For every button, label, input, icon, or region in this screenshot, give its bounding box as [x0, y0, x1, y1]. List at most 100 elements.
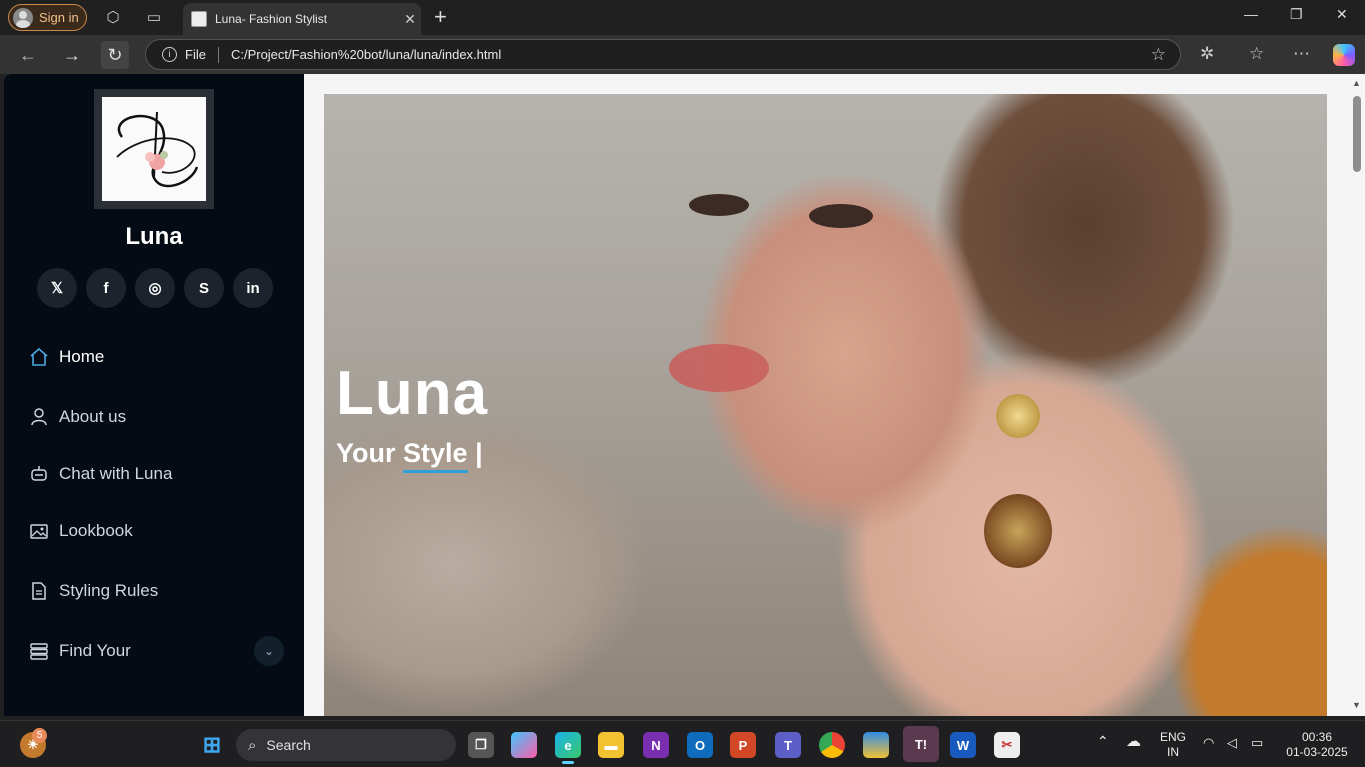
images-icon	[29, 521, 49, 541]
edge-active-indicator	[562, 761, 574, 764]
nav-item-find-your[interactable]: Find Your ⌄	[29, 635, 284, 667]
powerpoint-icon[interactable]: P	[730, 732, 756, 758]
instagram-icon[interactable]: ◎	[135, 268, 175, 308]
teams-icon[interactable]: T	[775, 732, 801, 758]
url-text[interactable]: C:/Project/Fashion%20bot/luna/luna/index…	[231, 47, 501, 62]
social-links: 𝕏 f ◎ S in	[37, 268, 273, 308]
file-explorer-icon[interactable]: ▬	[598, 732, 624, 758]
wifi-icon[interactable]: ◠	[1203, 735, 1214, 750]
forward-icon[interactable]: →	[58, 41, 86, 69]
brand-name: Luna	[125, 223, 183, 250]
search-label: Search	[266, 737, 311, 753]
vertical-scrollbar[interactable]: ▲ ▼	[1349, 74, 1365, 716]
taskbar-search[interactable]: ⌕ Search	[236, 729, 456, 761]
show-hidden-icons-icon[interactable]: ⌃	[1097, 734, 1109, 749]
nav-label-styling-rules: Styling Rules	[59, 581, 159, 600]
tab-title: Luna- Fashion Stylist	[215, 12, 328, 26]
task-view-icon[interactable]: ❐	[468, 732, 494, 758]
taskbar: ☀ 5 ⊞ ⌕ Search ❐ e ▬ N O P T T! W ✂ ⌃ ☁ …	[0, 720, 1365, 767]
close-window-icon[interactable]: ✕	[1336, 6, 1348, 23]
hero-subtitle-prefix: Your	[336, 438, 396, 468]
back-icon[interactable]: ←	[14, 41, 42, 69]
nav-label-chat-with-luna: Chat with Luna	[59, 464, 173, 483]
nav-label-about-us: About us	[59, 407, 127, 426]
nav-label-lookbook: Lookbook	[59, 521, 133, 540]
language-label: ENG	[1160, 730, 1187, 744]
browser-window: Sign in ⬡ ▭ Luna- Fashion Stylist ✕ + — …	[0, 0, 1365, 720]
address-row: ← → ↻ i File C:/Project/Fashion%20bot/lu…	[0, 35, 1365, 74]
close-tab-icon[interactable]: ✕	[399, 11, 421, 28]
linkedin-icon[interactable]: in	[233, 268, 273, 308]
typing-cursor: |	[475, 438, 483, 468]
home-icon	[29, 347, 49, 367]
volume-icon[interactable]: ◁	[1227, 735, 1237, 750]
tab-bar: Sign in ⬡ ▭ Luna- Fashion Stylist ✕ + — …	[0, 0, 1365, 35]
tab-luna[interactable]: Luna- Fashion Stylist ✕	[183, 3, 421, 35]
clock-time: 00:36	[1301, 730, 1333, 744]
url-separator	[217, 46, 219, 63]
sidebar: Luna 𝕏 f ◎ S in Home About us Chat with …	[4, 74, 304, 716]
reload-icon[interactable]: ↻	[101, 41, 129, 69]
snipping-tool-icon[interactable]: ✂	[994, 732, 1020, 758]
hero-title: Luna	[336, 359, 489, 428]
sign-in-button[interactable]: Sign in	[8, 4, 87, 31]
facebook-icon[interactable]: f	[86, 268, 126, 308]
nav-item-chat-with-luna[interactable]: Chat with Luna	[29, 458, 284, 490]
widgets-badge: 5	[32, 728, 47, 743]
region-label: IN	[1167, 745, 1179, 759]
search-icon: ⌕	[248, 736, 257, 754]
hero-banner: Luna Your Style |	[324, 94, 1327, 716]
robot-icon	[29, 464, 49, 484]
minimize-icon[interactable]: —	[1244, 6, 1258, 22]
skype-icon[interactable]: S	[184, 268, 224, 308]
favorites-icon[interactable]: ☆	[1249, 44, 1264, 64]
teams-alert-icon[interactable]: T!	[903, 726, 939, 762]
tab-actions-icon[interactable]: ▭	[145, 8, 163, 26]
info-icon[interactable]: i	[162, 47, 177, 62]
start-icon[interactable]: ⊞	[199, 732, 225, 758]
logo[interactable]	[94, 89, 214, 209]
edge-icon[interactable]: e	[555, 732, 581, 758]
nav-item-home[interactable]: Home	[29, 341, 284, 373]
word-icon[interactable]: W	[950, 732, 976, 758]
sign-in-label: Sign in	[39, 10, 79, 25]
hero-photo-detail	[984, 494, 1052, 568]
extensions-icon[interactable]: ✲	[1200, 44, 1214, 64]
document-icon	[29, 581, 49, 601]
language-indicator[interactable]: ENG IN	[1160, 730, 1186, 760]
copilot-app-icon[interactable]	[511, 732, 537, 758]
address-bar[interactable]: i File C:/Project/Fashion%20bot/luna/lun…	[145, 39, 1181, 70]
nav-item-lookbook[interactable]: Lookbook	[29, 515, 284, 547]
favorite-star-icon[interactable]: ☆	[1151, 45, 1166, 65]
x-icon[interactable]: 𝕏	[37, 268, 77, 308]
logo-monogram-icon	[116, 111, 199, 188]
chevron-down-icon[interactable]: ⌄	[254, 636, 284, 666]
app-icon[interactable]	[863, 732, 889, 758]
nav-label-find-your: Find Your	[59, 641, 131, 660]
more-menu-icon[interactable]: ⋯	[1293, 44, 1310, 64]
battery-icon[interactable]: ▭	[1251, 735, 1263, 750]
logo-image	[102, 97, 206, 201]
workspaces-icon[interactable]: ⬡	[104, 8, 122, 26]
hero-photo-detail	[996, 394, 1040, 438]
onenote-icon[interactable]: N	[643, 732, 669, 758]
stack-icon	[29, 641, 49, 661]
page-viewport: Luna 𝕏 f ◎ S in Home About us Chat with …	[4, 74, 1365, 716]
scroll-down-icon[interactable]: ▼	[1352, 700, 1361, 710]
chrome-icon[interactable]	[819, 732, 845, 758]
nav-item-styling-rules[interactable]: Styling Rules	[29, 575, 284, 607]
outlook-icon[interactable]: O	[687, 732, 713, 758]
copilot-icon[interactable]	[1333, 44, 1355, 66]
onedrive-icon[interactable]: ☁	[1126, 734, 1141, 749]
scrollbar-thumb[interactable]	[1353, 96, 1361, 172]
clock-date: 01-03-2025	[1286, 745, 1348, 759]
hero-photo-detail	[689, 194, 749, 216]
user-icon	[29, 407, 49, 427]
page-favicon-icon	[191, 11, 207, 27]
hero-photo-detail	[669, 344, 769, 392]
new-tab-icon[interactable]: +	[434, 4, 447, 30]
nav-item-about-us[interactable]: About us	[29, 401, 284, 433]
maximize-icon[interactable]: ❐	[1290, 6, 1303, 23]
scroll-up-icon[interactable]: ▲	[1352, 78, 1361, 88]
clock[interactable]: 00:36 01-03-2025	[1284, 730, 1350, 760]
